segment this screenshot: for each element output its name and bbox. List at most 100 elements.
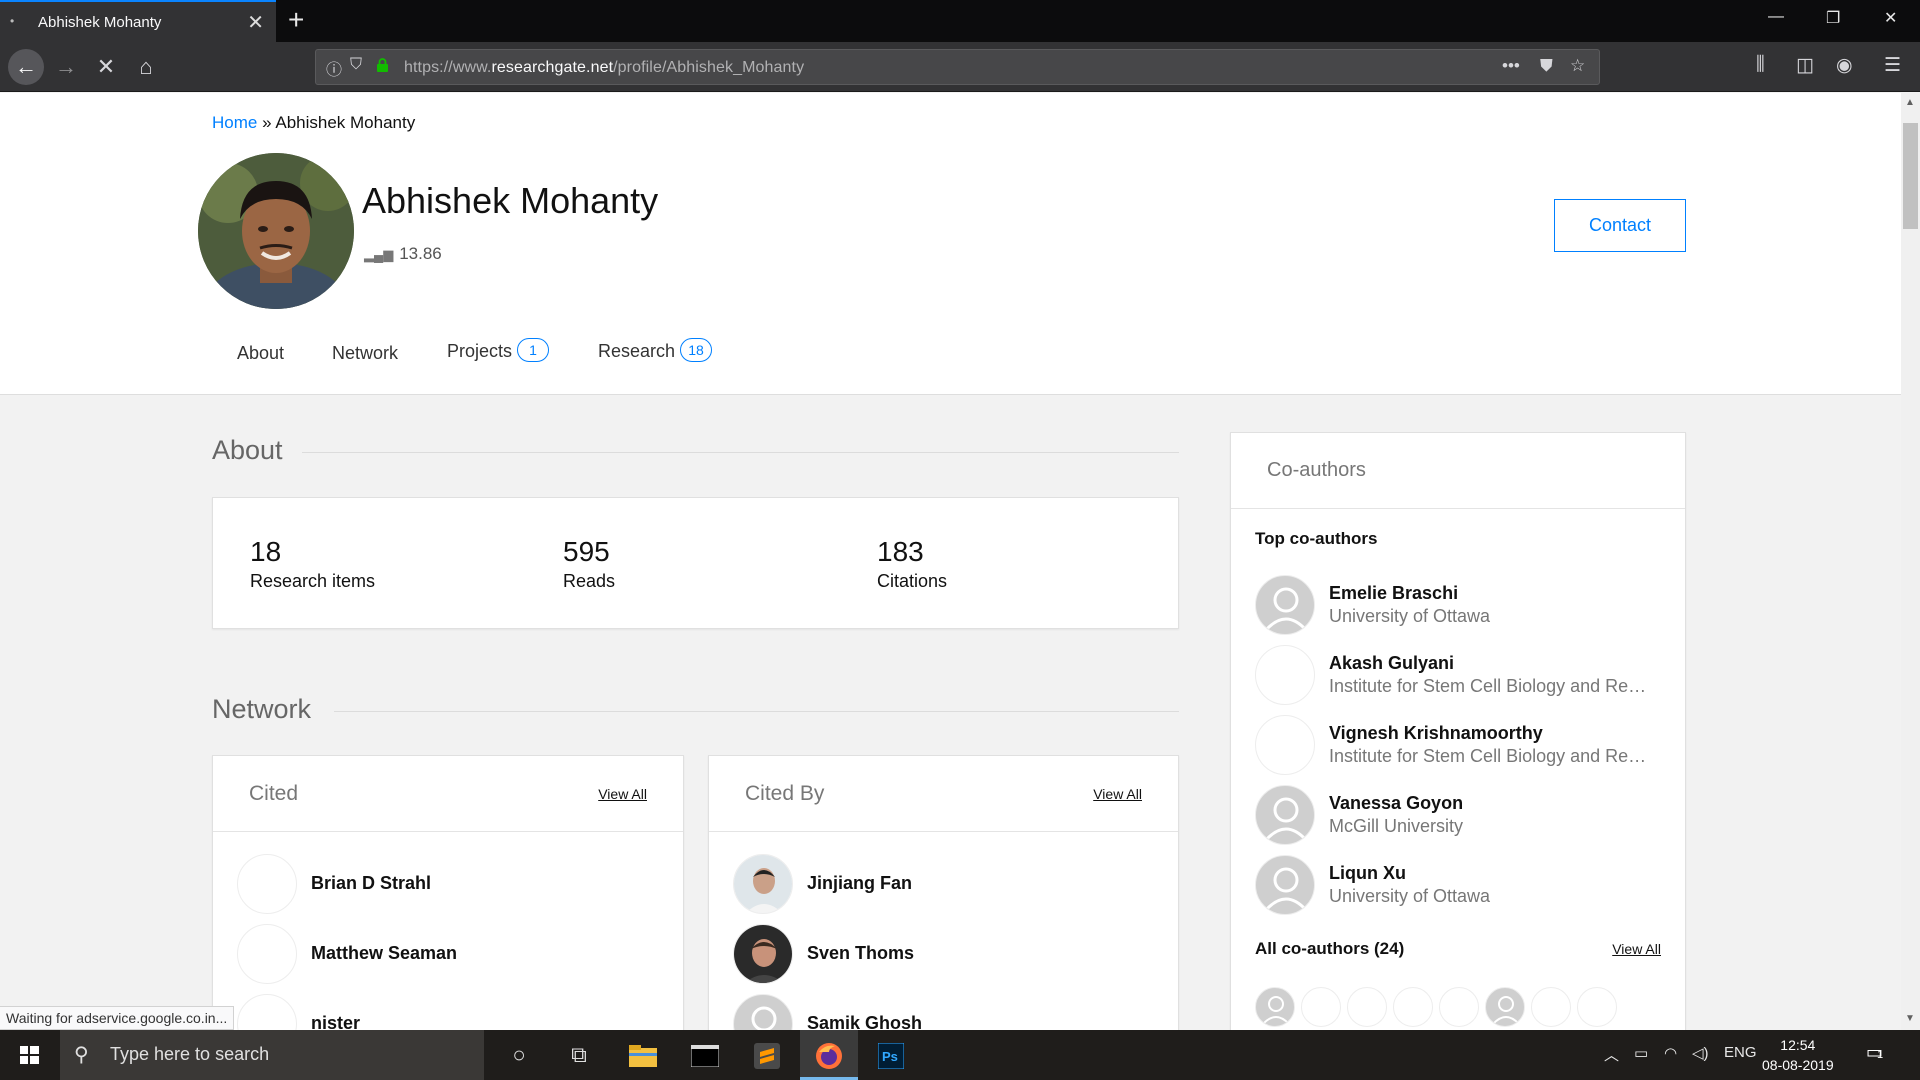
stat-label: Reads bbox=[563, 571, 616, 591]
bookmark-star-icon[interactable]: ☆ bbox=[1570, 56, 1585, 76]
cited-person[interactable]: nister bbox=[237, 994, 657, 1030]
system-clock[interactable]: 12:54 08-08-2019 bbox=[1762, 1035, 1834, 1075]
coauthors-view-all-link[interactable]: View All bbox=[1612, 941, 1661, 957]
home-icon[interactable]: ⌂ bbox=[130, 51, 162, 83]
info-icon[interactable]: ⓘ bbox=[326, 56, 342, 80]
tab-projects-label: Projects bbox=[447, 341, 513, 361]
about-divider bbox=[302, 452, 1179, 453]
coauthor-item[interactable]: Vanessa Goyon McGill University bbox=[1255, 785, 1675, 847]
tab-research[interactable]: Research 18 bbox=[598, 338, 713, 362]
default-avatar-icon bbox=[1255, 855, 1315, 915]
minimize-icon[interactable]: — bbox=[1768, 8, 1784, 26]
coauthor-institution: Institute for Stem Cell Biology and Reg.… bbox=[1329, 746, 1649, 766]
address-bar[interactable]: ⓘ ⛉ https://www.researchgate.net/profile… bbox=[315, 49, 1600, 85]
stat-research-items[interactable]: 18 Research items bbox=[250, 536, 375, 592]
rg-score-value: 13.86 bbox=[399, 244, 442, 263]
coauthor-avatar[interactable] bbox=[1531, 987, 1571, 1027]
coauthor-avatar[interactable] bbox=[1577, 987, 1617, 1027]
back-arrow-icon[interactable]: ← bbox=[8, 49, 44, 85]
coauthor-avatar[interactable] bbox=[1393, 987, 1433, 1027]
scroll-down-arrow-icon[interactable]: ▼ bbox=[1905, 1013, 1915, 1024]
tab-title: Abhishek Mohanty bbox=[38, 14, 162, 31]
person-name: Matthew Seaman bbox=[311, 943, 458, 963]
browser-tab[interactable]: • Abhishek Mohanty ✕ bbox=[0, 0, 276, 42]
cited-by-view-all-link[interactable]: View All bbox=[1093, 786, 1142, 802]
photoshop-icon[interactable]: Ps bbox=[862, 1030, 920, 1080]
browser-navbar: ← → ✕ ⌂ ⓘ ⛉ https://www.researchgate.net… bbox=[0, 42, 1920, 92]
page-actions-icon[interactable]: ••• bbox=[1502, 56, 1520, 76]
taskbar-search-box[interactable]: ⚲ Type here to search bbox=[60, 1030, 484, 1080]
terminal-icon[interactable] bbox=[676, 1030, 734, 1080]
contact-button[interactable]: Contact bbox=[1554, 199, 1686, 252]
network-divider bbox=[334, 711, 1179, 712]
file-explorer-icon[interactable] bbox=[614, 1030, 672, 1080]
action-center-icon[interactable]: ▭1 bbox=[1866, 1042, 1883, 1063]
show-hidden-icons-icon[interactable]: ︿ bbox=[1604, 1044, 1619, 1065]
stat-value: 183 bbox=[877, 536, 924, 567]
cited-by-person[interactable]: Samik Ghosh bbox=[733, 994, 1153, 1030]
cited-by-person[interactable]: Sven Thoms bbox=[733, 924, 1153, 984]
tab-about-label: About bbox=[237, 343, 285, 363]
search-placeholder: Type here to search bbox=[110, 1044, 270, 1064]
breadcrumb-current: Abhishek Mohanty bbox=[275, 113, 416, 132]
menu-icon[interactable]: ☰ bbox=[1884, 54, 1901, 77]
coauthor-avatar[interactable] bbox=[1301, 987, 1341, 1027]
rg-score: ▂▄▆ 13.86 bbox=[364, 244, 442, 264]
library-icon[interactable]: ⫼ bbox=[1756, 54, 1765, 76]
cited-by-card: Cited By View All Jinjiang Fan Sven Thom… bbox=[708, 755, 1179, 1030]
coauthor-avatar[interactable] bbox=[1347, 987, 1387, 1027]
account-icon[interactable]: ◉ bbox=[1836, 54, 1853, 77]
stat-reads[interactable]: 595 Reads bbox=[563, 536, 615, 592]
battery-icon[interactable]: ▭ bbox=[1634, 1044, 1648, 1062]
stop-loading-icon[interactable]: ✕ bbox=[90, 51, 122, 83]
tracking-shield-icon[interactable]: ⛉ bbox=[350, 56, 362, 74]
window-close-icon[interactable]: ✕ bbox=[1884, 8, 1897, 28]
default-avatar-icon[interactable] bbox=[1485, 987, 1525, 1027]
coauthor-avatar[interactable] bbox=[1439, 987, 1479, 1027]
windows-start-button[interactable] bbox=[0, 1030, 60, 1080]
research-count-badge: 18 bbox=[680, 338, 713, 362]
scroll-up-arrow-icon[interactable]: ▲ bbox=[1905, 97, 1915, 108]
cited-title: Cited bbox=[249, 782, 299, 805]
tab-loading-icon: • bbox=[10, 14, 15, 28]
forward-arrow-icon[interactable]: → bbox=[50, 51, 82, 83]
sidebar-icon[interactable]: ◫ bbox=[1796, 54, 1814, 77]
restore-icon[interactable]: ❐ bbox=[1826, 8, 1840, 28]
profile-photo bbox=[198, 153, 354, 309]
breadcrumb: Home » Abhishek Mohanty bbox=[212, 113, 415, 133]
profile-avatar[interactable] bbox=[198, 153, 354, 309]
cited-person[interactable]: Brian D Strahl bbox=[237, 854, 657, 914]
cortana-icon[interactable]: ○ bbox=[490, 1030, 548, 1080]
task-view-icon[interactable]: ⧉ bbox=[550, 1030, 608, 1080]
tab-about[interactable]: About bbox=[237, 343, 284, 364]
coauthor-item[interactable]: Vignesh Krishnamoorthy Institute for Ste… bbox=[1255, 715, 1675, 777]
coauthor-item[interactable]: Liqun Xu University of Ottawa bbox=[1255, 855, 1675, 917]
language-indicator[interactable]: ENG bbox=[1724, 1044, 1757, 1061]
new-tab-icon[interactable]: + bbox=[288, 4, 304, 36]
default-avatar-icon[interactable] bbox=[1255, 987, 1295, 1027]
coauthor-item[interactable]: Emelie Braschi University of Ottawa bbox=[1255, 575, 1675, 637]
stat-citations[interactable]: 183 Citations bbox=[877, 536, 947, 592]
pocket-icon[interactable]: ⛊ bbox=[1540, 56, 1553, 76]
firefox-icon[interactable] bbox=[800, 1030, 858, 1080]
wifi-icon[interactable]: ◠ bbox=[1664, 1044, 1677, 1062]
coauthor-name: Vignesh Krishnamoorthy bbox=[1329, 723, 1543, 743]
page-viewport: Home » Abhishek Mohanty Abhishek Mohanty… bbox=[0, 93, 1901, 1030]
page-scrollbar[interactable]: ▲ ▼ bbox=[1901, 93, 1920, 1030]
person-avatar bbox=[1255, 645, 1315, 705]
cited-person[interactable]: Matthew Seaman bbox=[237, 924, 657, 984]
scrollbar-thumb[interactable] bbox=[1903, 123, 1918, 229]
cited-by-person[interactable]: Jinjiang Fan bbox=[733, 854, 1153, 914]
url-text[interactable]: https://www.researchgate.net/profile/Abh… bbox=[404, 59, 804, 77]
tab-network-label: Network bbox=[332, 343, 399, 363]
breadcrumb-home-link[interactable]: Home bbox=[212, 113, 257, 132]
tab-network[interactable]: Network bbox=[332, 343, 398, 364]
tab-projects[interactable]: Projects 1 bbox=[447, 338, 550, 362]
sublime-text-icon[interactable] bbox=[738, 1030, 796, 1080]
cited-view-all-link[interactable]: View All bbox=[598, 786, 647, 802]
clock-time: 12:54 bbox=[1780, 1037, 1816, 1053]
volume-icon[interactable]: ◁) bbox=[1692, 1044, 1709, 1062]
coauthor-item[interactable]: Akash Gulyani Institute for Stem Cell Bi… bbox=[1255, 645, 1675, 707]
close-tab-icon[interactable]: ✕ bbox=[247, 10, 264, 35]
coauthor-institution: University of Ottawa bbox=[1329, 886, 1491, 906]
